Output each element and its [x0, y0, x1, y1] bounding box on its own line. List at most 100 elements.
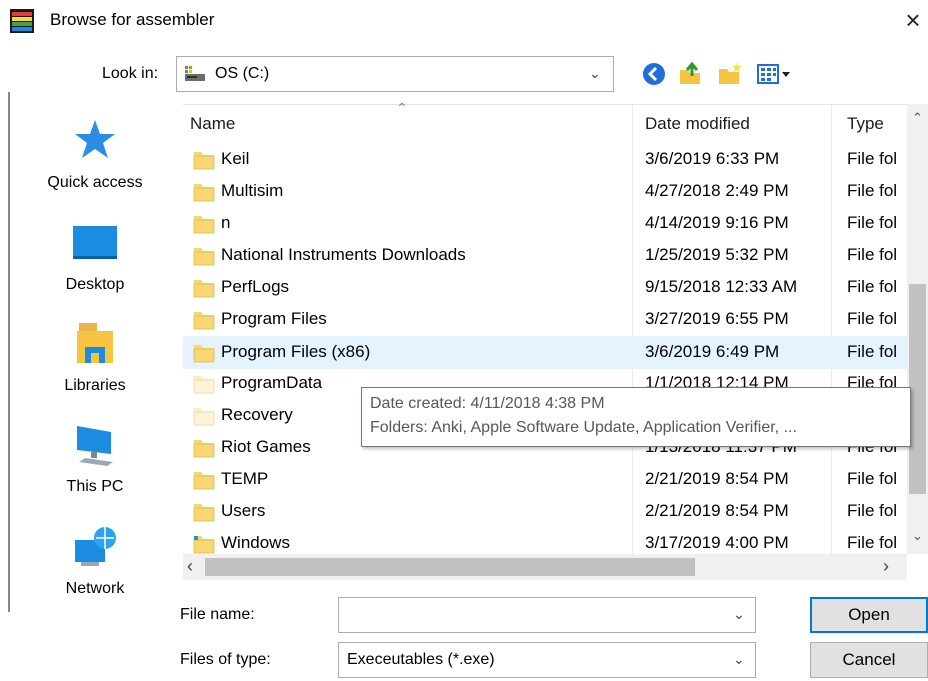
file-type-cell: File fol — [847, 149, 898, 168]
horizontal-scrollbar[interactable]: ‹ › — [183, 554, 907, 580]
file-date-cell: 4/14/2019 9:16 PM — [645, 213, 789, 232]
file-date-cell: 9/15/2018 12:33 AM — [645, 277, 798, 296]
column-header-name[interactable]: Name — [190, 114, 235, 134]
star-icon — [75, 120, 115, 158]
new-folder-icon[interactable] — [716, 60, 744, 88]
nav-label: This PC — [66, 478, 124, 495]
file-type-cell: File fol — [847, 277, 898, 296]
nav-label: Libraries — [64, 377, 126, 394]
folder-icon — [193, 280, 215, 298]
file-name-cell: National Instruments Downloads — [221, 245, 466, 264]
file-date-cell: 3/6/2019 6:49 PM — [645, 342, 780, 361]
nav-desktop[interactable]: Desktop — [20, 210, 170, 306]
vertical-scrollbar[interactable]: ⌃ ⌄ — [907, 104, 928, 554]
title-bar: Browse for assembler × — [0, 0, 928, 42]
file-name-cell: Windows — [221, 533, 290, 552]
file-date-cell: 3/17/2019 4:00 PM — [645, 533, 789, 552]
hidden-folder-icon — [193, 376, 215, 394]
file-name-cell: n — [221, 213, 231, 232]
file-row[interactable]: Users 2/21/2019 8:54 PM File fol — [183, 496, 907, 528]
file-type-cell: File fol — [847, 309, 898, 328]
file-row[interactable]: Keil 3/6/2019 6:33 PM File fol — [183, 144, 907, 176]
file-name-cell: Multisim — [221, 181, 284, 200]
look-in-dropdown[interactable]: OS (C:) ⌄ — [176, 56, 614, 92]
file-date-cell: 4/27/2018 2:49 PM — [645, 181, 789, 200]
tooltip-date-created: Date created: 4/11/2018 4:38 PM — [370, 395, 605, 412]
up-folder-icon[interactable] — [676, 60, 704, 88]
file-date-cell: 2/21/2019 8:54 PM — [645, 469, 789, 488]
column-header-type[interactable]: Type — [847, 114, 884, 134]
back-icon[interactable] — [640, 60, 668, 88]
chevron-down-icon[interactable]: ⌄ — [733, 651, 745, 668]
drive-icon — [185, 66, 205, 81]
folder-icon — [193, 312, 215, 330]
open-button[interactable]: Open — [810, 597, 928, 633]
nav-network[interactable]: Network — [20, 514, 170, 610]
folder-icon — [193, 216, 215, 234]
file-name-cell: TEMP — [221, 469, 269, 488]
folder-icon — [193, 472, 215, 490]
file-row[interactable]: PerfLogs 9/15/2018 12:33 AM File fol — [183, 272, 907, 304]
network-icon — [75, 527, 116, 566]
window-title: Browse for assembler — [50, 10, 215, 29]
cancel-button[interactable]: Cancel — [810, 642, 928, 678]
nav-quick-access[interactable]: Quick access — [20, 108, 170, 204]
hidden-folder-icon — [193, 408, 215, 426]
file-type-cell: File fol — [847, 533, 898, 552]
scroll-thumb[interactable] — [909, 284, 926, 494]
scroll-right-icon[interactable]: › — [883, 556, 889, 577]
file-type-cell: File fol — [847, 469, 898, 488]
file-type-cell: File fol — [847, 181, 898, 200]
file-name-cell: Program Files — [221, 309, 327, 328]
chevron-down-icon[interactable]: ⌄ — [733, 606, 745, 623]
nav-this-pc[interactable]: This PC — [20, 412, 170, 508]
nav-label: Desktop — [65, 276, 125, 293]
file-type-cell: File fol — [847, 213, 898, 232]
nav-label: Quick access — [47, 174, 143, 191]
libraries-icon — [77, 323, 113, 363]
nav-label: Network — [65, 580, 125, 597]
file-date-cell: 3/27/2019 6:55 PM — [645, 309, 789, 328]
scroll-left-icon[interactable]: ‹ — [187, 556, 193, 577]
scroll-up-icon[interactable]: ⌃ — [907, 110, 928, 126]
file-row[interactable]: National Instruments Downloads 1/25/2019 … — [183, 240, 907, 272]
chevron-down-icon: ⌄ — [589, 65, 601, 81]
sort-ascending-icon: ⌃ — [396, 100, 408, 116]
file-type-cell: File fol — [847, 501, 898, 520]
file-name-cell: Recovery — [221, 405, 293, 424]
column-header-date[interactable]: Date modified — [645, 114, 750, 134]
folder-icon — [193, 440, 215, 458]
file-date-cell: 2/21/2019 8:54 PM — [645, 501, 789, 520]
file-name-cell: Program Files (x86) — [221, 342, 371, 361]
file-name-cell: Users — [221, 501, 266, 520]
file-name-cell: ProgramData — [221, 373, 323, 392]
nav-libraries[interactable]: Libraries — [20, 311, 170, 407]
folder-icon — [193, 184, 215, 202]
folder-icon — [193, 345, 215, 363]
close-button[interactable]: × — [898, 2, 928, 38]
file-type-cell: File fol — [847, 342, 898, 361]
folder-icon — [193, 248, 215, 266]
file-type-value: Execeutables (*.exe) — [347, 651, 495, 668]
file-type-label: Files of type: — [180, 651, 271, 668]
view-menu-icon[interactable] — [756, 60, 800, 88]
file-type-dropdown[interactable]: Execeutables (*.exe) ⌄ — [338, 642, 756, 678]
file-row[interactable]: n 4/14/2019 9:16 PM File fol — [183, 208, 907, 240]
file-name-input[interactable]: ⌄ — [338, 597, 756, 633]
app-icon — [10, 9, 34, 33]
folder-icon — [193, 504, 215, 522]
look-in-value: OS (C:) — [215, 65, 270, 82]
scroll-down-icon[interactable]: ⌄ — [907, 528, 928, 544]
file-date-cell: 3/6/2019 6:33 PM — [645, 149, 780, 168]
file-row[interactable]: Program Files (x86) 3/6/2019 6:49 PM File … — [183, 336, 907, 369]
desktop-icon — [73, 226, 117, 259]
scroll-thumb[interactable] — [205, 558, 695, 576]
file-type-cell: File fol — [847, 245, 898, 264]
file-row[interactable]: Program Files 3/27/2019 6:55 PM File fol — [183, 304, 907, 336]
file-row[interactable]: Multisim 4/27/2018 2:49 PM File fol — [183, 176, 907, 208]
file-name-cell: Riot Games — [221, 437, 311, 456]
file-row[interactable]: TEMP 2/21/2019 8:54 PM File fol — [183, 464, 907, 496]
system-folder-icon — [193, 536, 215, 554]
folder-icon — [193, 152, 215, 170]
nav-divider — [8, 92, 10, 612]
